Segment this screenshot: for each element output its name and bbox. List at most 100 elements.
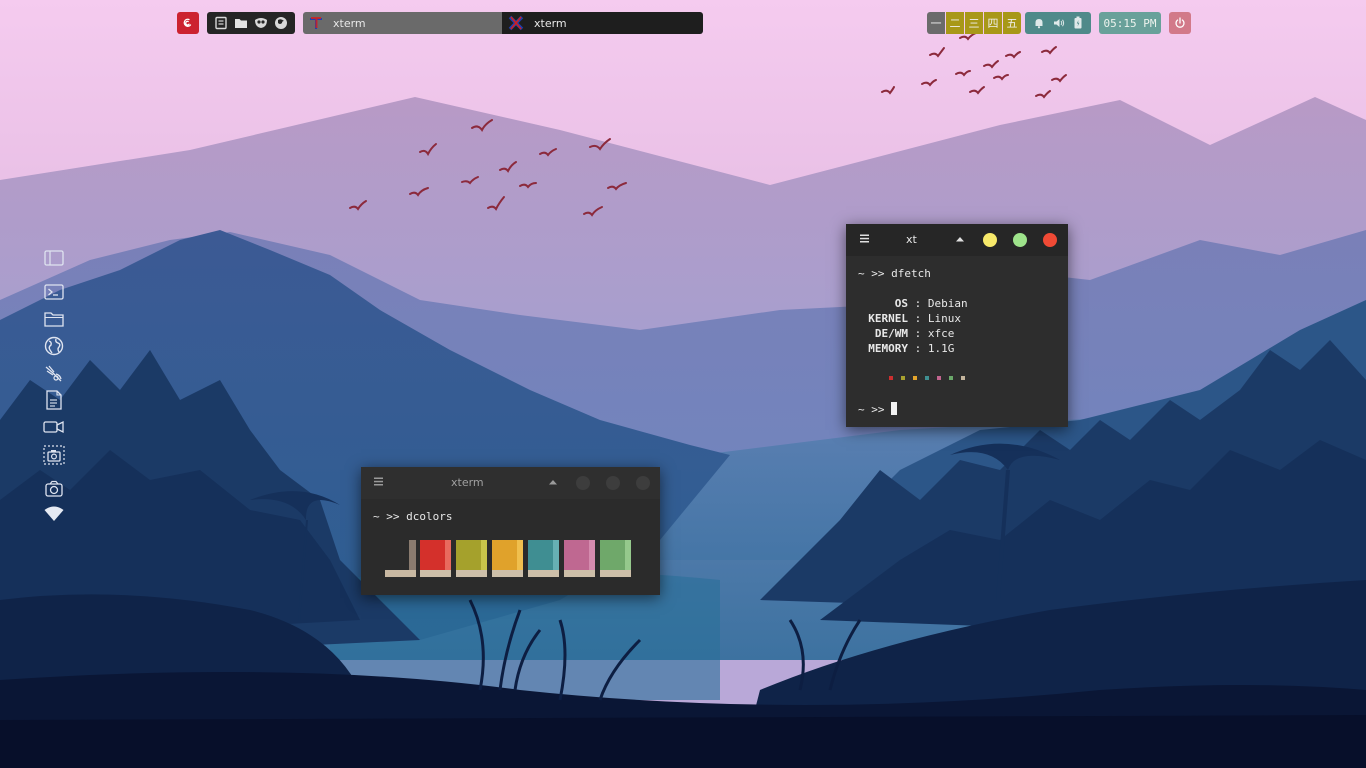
screenshot-launcher[interactable] [43, 444, 65, 466]
palette-swatch [913, 376, 917, 380]
close-button[interactable] [636, 476, 650, 490]
info-row-dewm: DE/WM : xfce [846, 327, 955, 340]
workspace-switcher: 一 二 三 四 五 [927, 12, 1022, 34]
palette-swatch [925, 376, 929, 380]
sidebar-launcher[interactable] [43, 247, 65, 269]
power-button[interactable] [1169, 12, 1191, 34]
volume-icon[interactable] [1053, 14, 1065, 33]
palette-swatch [949, 376, 953, 380]
palette-swatch [889, 376, 893, 380]
info-row-memory: MEMORY : 1.1G [846, 342, 954, 355]
window-title: xterm [451, 476, 484, 489]
separator: : [914, 327, 922, 340]
gimp-launcher[interactable] [43, 363, 65, 385]
globe-icon [44, 336, 64, 356]
terminal-icon [44, 284, 64, 300]
info-value: xfce [927, 327, 955, 340]
maximize-button[interactable] [606, 476, 620, 490]
close-button[interactable] [1043, 233, 1057, 247]
command-line: ~ >> dfetch [858, 267, 931, 280]
power-icon [1175, 17, 1185, 28]
task-label: xterm [534, 16, 567, 30]
network-status[interactable] [43, 503, 65, 525]
info-value: Linux [927, 312, 961, 325]
gimp-icon[interactable] [253, 15, 269, 31]
folder-icon[interactable] [233, 15, 249, 31]
window-titlebar[interactable]: xt [846, 224, 1068, 256]
info-key: OS [894, 297, 908, 310]
workspace-1[interactable]: 一 [927, 12, 945, 34]
color-block-magenta [564, 540, 595, 577]
prompt: ~ >> [858, 403, 885, 416]
info-key: KERNEL [868, 312, 908, 325]
workspace-2[interactable]: 二 [946, 12, 964, 34]
info-value: Debian [927, 297, 968, 310]
notes-icon[interactable] [213, 15, 229, 31]
separator: : [914, 297, 922, 310]
taskbar-xterm-1[interactable]: xterm [303, 12, 502, 34]
browser-launcher[interactable] [43, 335, 65, 357]
palette-swatch [937, 376, 941, 380]
workspace-4[interactable]: 四 [984, 12, 1002, 34]
firefox-icon[interactable] [273, 15, 289, 31]
color-block-green [600, 540, 631, 577]
minimize-button[interactable] [576, 476, 590, 490]
office-launcher[interactable] [43, 389, 65, 411]
app-launcher-button[interactable] [177, 12, 199, 34]
wifi-icon [44, 506, 64, 521]
sidebar-icon [44, 250, 64, 266]
prompt: ~ >> [373, 510, 400, 523]
debian-logo-icon [183, 18, 192, 27]
window-title: xt [906, 233, 917, 246]
task-label: xterm [333, 16, 366, 30]
palette-swatch [901, 376, 905, 380]
info-key: MEMORY [868, 342, 908, 355]
separator: : [914, 342, 922, 355]
command-line: ~ >> dcolors [373, 510, 452, 523]
terminal-window-dcolors[interactable]: xterm ~ >> dcolors [361, 467, 660, 595]
shade-icon[interactable] [956, 236, 964, 242]
terminal-window-dfetch[interactable]: xt ~ >> dfetch OS : Debian KERNEL : Linu… [846, 224, 1068, 427]
camera-icon [45, 480, 63, 497]
system-tray [1025, 12, 1091, 34]
color-block-orange [492, 540, 523, 577]
workspace-5[interactable]: 五 [1003, 12, 1021, 34]
separator: : [914, 312, 922, 325]
minimize-button[interactable] [983, 233, 997, 247]
terminal-launcher[interactable] [43, 281, 65, 303]
prompt-line[interactable]: ~ >> [858, 402, 898, 416]
clock[interactable]: 05:15 PM [1099, 12, 1161, 34]
bell-icon[interactable] [1033, 14, 1045, 33]
folder-icon [44, 312, 64, 327]
xterm-x-icon [508, 15, 524, 31]
prompt: ~ >> [858, 267, 885, 280]
gimp-icon [45, 365, 62, 382]
video-camera-icon [43, 420, 64, 434]
palette-swatch [961, 376, 965, 380]
color-block-neutral [385, 540, 416, 577]
desktop-wallpaper [0, 0, 1366, 768]
battery-icon[interactable] [1073, 14, 1083, 33]
camera-launcher[interactable] [43, 478, 65, 500]
window-menu-icon[interactable] [374, 477, 383, 486]
window-titlebar[interactable]: xterm [361, 467, 660, 499]
window-menu-icon[interactable] [860, 234, 869, 243]
command-text: dfetch [891, 267, 931, 280]
command-text: dcolors [406, 510, 453, 523]
info-row-kernel: KERNEL : Linux [846, 312, 961, 325]
workspace-3[interactable]: 三 [965, 12, 983, 34]
info-row-os: OS : Debian [846, 297, 968, 310]
color-block-cyan [528, 540, 559, 577]
maximize-button[interactable] [1013, 233, 1027, 247]
color-block-yellow [456, 540, 487, 577]
taskbar-xterm-2[interactable]: xterm [502, 12, 703, 34]
color-block-red [420, 540, 451, 577]
xterm-t-icon [310, 17, 322, 29]
text-cursor [891, 402, 898, 415]
screenshot-icon [43, 445, 65, 465]
shade-icon[interactable] [549, 479, 557, 485]
document-icon [46, 390, 62, 410]
files-launcher[interactable] [43, 308, 65, 330]
info-key: DE/WM [874, 327, 908, 340]
video-launcher[interactable] [43, 416, 65, 438]
